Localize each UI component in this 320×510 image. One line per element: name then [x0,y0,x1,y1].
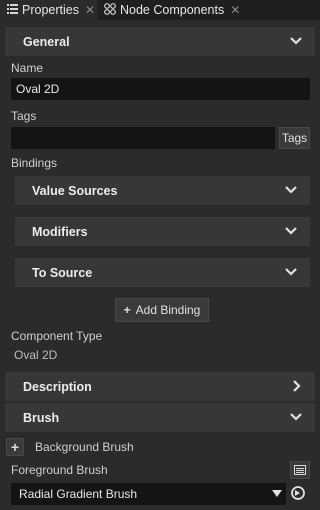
chevron-down-icon [285,186,297,194]
name-label: Name [11,61,44,75]
add-binding-label: Add Binding [135,303,201,317]
tags-input[interactable] [11,127,275,149]
section-title: To Source [32,265,93,280]
component-type-value: Oval 2D [14,348,58,362]
foreground-brush-value: Radial Gradient Brush [19,487,138,501]
close-icon[interactable]: ✕ [85,3,95,17]
foreground-brush-label: Foreground Brush [11,463,108,477]
section-description[interactable]: Description [5,372,315,401]
section-title: Brush [23,410,60,425]
components-icon [104,2,116,18]
brush-editor-button[interactable] [290,461,310,479]
section-title: Modifiers [32,224,88,239]
section-title: General [23,34,70,49]
tab-node-components[interactable]: Node Components ✕ [99,0,249,20]
revert-icon[interactable] [290,485,306,501]
section-value-sources[interactable]: Value Sources [15,176,310,205]
dropdown-arrow-icon [272,490,282,497]
tab-bar: Properties ✕ Node Components ✕ [0,0,320,20]
bindings-label: Bindings [11,156,58,170]
tab-properties[interactable]: Properties ✕ [0,0,97,20]
chevron-right-icon [293,380,301,392]
component-type-label: Component Type [11,329,103,343]
section-brush[interactable]: Brush [5,403,315,432]
section-title: Description [23,379,92,394]
add-background-brush-button[interactable]: + [6,438,24,456]
chevron-down-icon [290,37,302,45]
section-general[interactable]: General [5,27,315,56]
tab-label: Properties [22,3,79,17]
section-modifiers[interactable]: Modifiers [15,217,310,246]
tags-button[interactable]: Tags [279,127,310,149]
plus-icon: + [123,303,131,317]
chevron-down-icon [285,268,297,276]
chevron-down-icon [290,413,302,421]
close-icon[interactable]: ✕ [230,3,240,17]
list-icon [7,3,18,17]
foreground-brush-select[interactable]: Radial Gradient Brush [11,483,286,505]
background-brush-label: Background Brush [35,440,134,454]
tab-label: Node Components [120,3,225,17]
section-title: Value Sources [32,183,118,198]
section-to-source[interactable]: To Source [15,258,310,287]
brush-editor-icon [294,465,306,475]
chevron-down-icon [285,227,297,235]
name-field[interactable]: Oval 2D [11,78,310,100]
tags-label: Tags [11,109,37,123]
add-binding-button[interactable]: + Add Binding [115,298,209,322]
plus-icon: + [10,439,20,455]
